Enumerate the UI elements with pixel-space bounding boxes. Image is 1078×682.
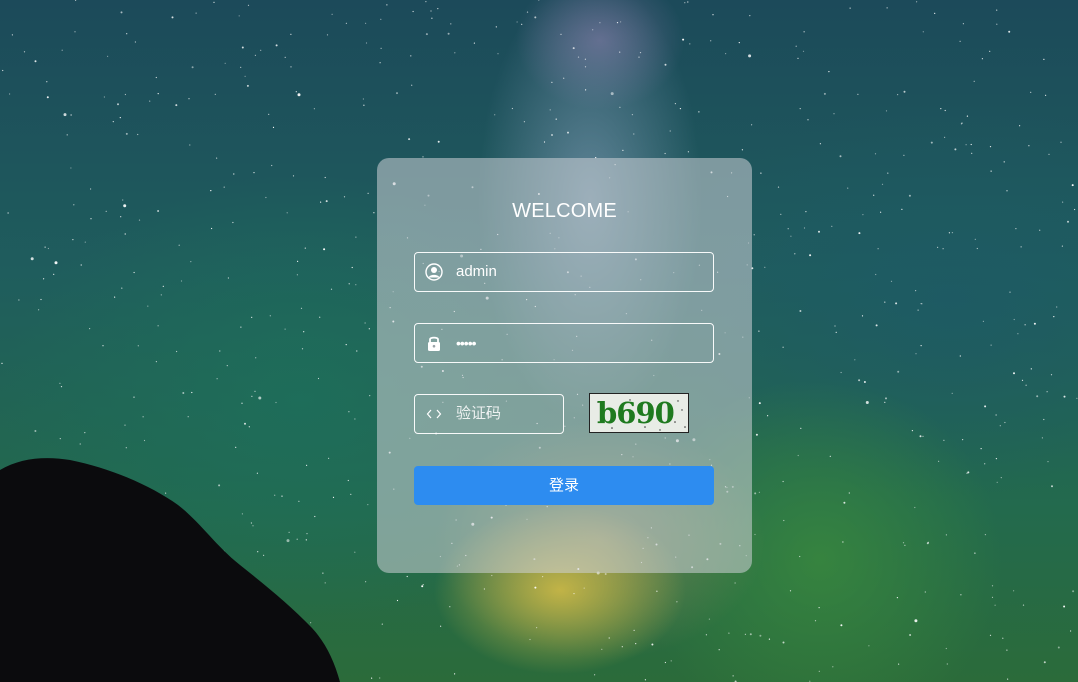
- password-field[interactable]: •••••: [414, 323, 714, 363]
- captcha-image[interactable]: b690: [589, 393, 689, 433]
- lock-icon: [428, 336, 440, 351]
- captcha-placeholder[interactable]: 验证码: [456, 395, 501, 433]
- user-icon: [425, 263, 443, 281]
- code-icon: [426, 409, 442, 419]
- captcha-field[interactable]: 验证码: [414, 394, 564, 434]
- username-value[interactable]: admin: [456, 253, 497, 291]
- login-title: WELCOME: [512, 200, 617, 222]
- password-value[interactable]: •••••: [456, 324, 476, 362]
- captcha-code: b690: [597, 396, 675, 430]
- login-card: WELCOME admin ••••• 验证码 b690 登录: [377, 158, 752, 573]
- username-field[interactable]: admin: [414, 252, 714, 292]
- login-button[interactable]: 登录: [414, 466, 714, 505]
